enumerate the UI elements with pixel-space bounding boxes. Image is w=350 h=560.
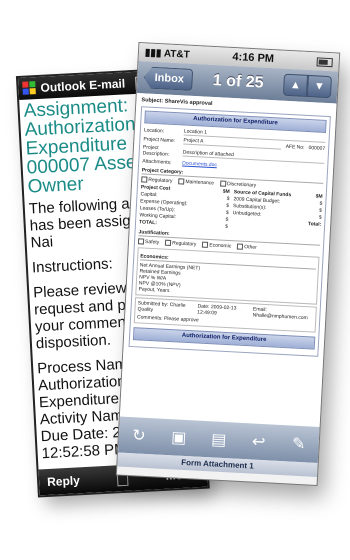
submitted-date: Date: 2009-02-13 12:49:09 <box>197 303 237 317</box>
move-folder-icon[interactable]: ▣ <box>168 427 189 448</box>
wm-app-title: Outlook E-mail <box>40 76 126 95</box>
funds-col: Source of Capital Funds $M 2009 Capital B… <box>232 190 323 237</box>
refresh-icon[interactable]: ↻ <box>128 425 149 446</box>
justification-regulatory[interactable]: Regulatory <box>165 240 196 248</box>
justification-safety[interactable]: Safety <box>137 238 160 247</box>
submitted-email: Email: Nhalle@nmphumen.com <box>252 306 308 321</box>
submitted-by: Submitted by: Charlie Quality <box>137 299 186 313</box>
message-nav-arrows: ▲ ▼ <box>282 73 332 99</box>
trash-icon[interactable]: ▤ <box>208 429 229 450</box>
message-counter: 1 of 25 <box>212 71 264 92</box>
compose-icon[interactable]: ✎ <box>288 433 309 454</box>
category-label: Regulatory <box>148 177 173 185</box>
reply-icon[interactable]: ↩ <box>248 431 269 452</box>
cost-unit: $M <box>315 193 323 201</box>
justification-option: Safety <box>144 239 160 247</box>
justification-option: Economic <box>209 242 232 250</box>
justification-other[interactable]: Other <box>237 243 257 252</box>
cost-line-label: Capital: <box>140 191 158 199</box>
field-value: 000007 <box>308 144 326 152</box>
category-discretionary[interactable]: Discretionary <box>219 180 257 189</box>
project-cost-col: Project Cost $M Capital: $ Expense (Operat… <box>139 185 230 232</box>
afe-form: Authorization for Expenditure Location: … <box>128 106 331 357</box>
chevron-up-icon[interactable]: ▲ <box>282 73 309 97</box>
inbox-back-button[interactable]: Inbox <box>143 66 193 91</box>
field-label: Project Description: <box>142 144 170 158</box>
category-regulatory[interactable]: Regulatory <box>141 176 173 185</box>
justification-option: Regulatory <box>172 240 197 248</box>
field-label: Project Name: <box>143 135 176 144</box>
reply-softkey[interactable]: Reply <box>47 473 80 489</box>
justification-economic[interactable]: Economic <box>202 241 232 250</box>
carrier-name: AT&T <box>163 47 191 61</box>
field-label: Location: <box>143 126 165 134</box>
justification-option: Other <box>244 244 257 252</box>
category-label: Maintenance <box>185 178 215 187</box>
field-label: AFE No: <box>285 143 305 151</box>
battery-icon <box>316 56 333 67</box>
attachment-link[interactable]: Documents.doc <box>182 160 217 168</box>
chevron-down-icon[interactable]: ▼ <box>306 74 332 99</box>
carrier-label: ▮▮▮ AT&T <box>144 46 191 61</box>
cost-grid: Project Cost $M Capital: $ Expense (Operat… <box>139 185 323 236</box>
cost-line-label: TOTAL: <box>138 219 158 227</box>
field-label: Attachments: <box>142 158 172 166</box>
total-label: Total: <box>307 221 322 229</box>
mail-content[interactable]: Subject: ShareVis approval Authorization… <box>119 92 337 428</box>
iphone: ▮▮▮ AT&T 4:16 PM Inbox 1 of 25 ▲ ▼ Subje… <box>116 43 340 485</box>
windows-logo-icon <box>22 81 37 96</box>
clock: 4:16 PM <box>232 50 275 66</box>
category-label: Discretionary <box>226 181 257 189</box>
economics-box: Economics: Net Annual Earnings (NET) Ret… <box>135 246 320 305</box>
category-maintenance[interactable]: Maintenance <box>178 178 214 186</box>
cost-unit: $M <box>222 188 230 196</box>
